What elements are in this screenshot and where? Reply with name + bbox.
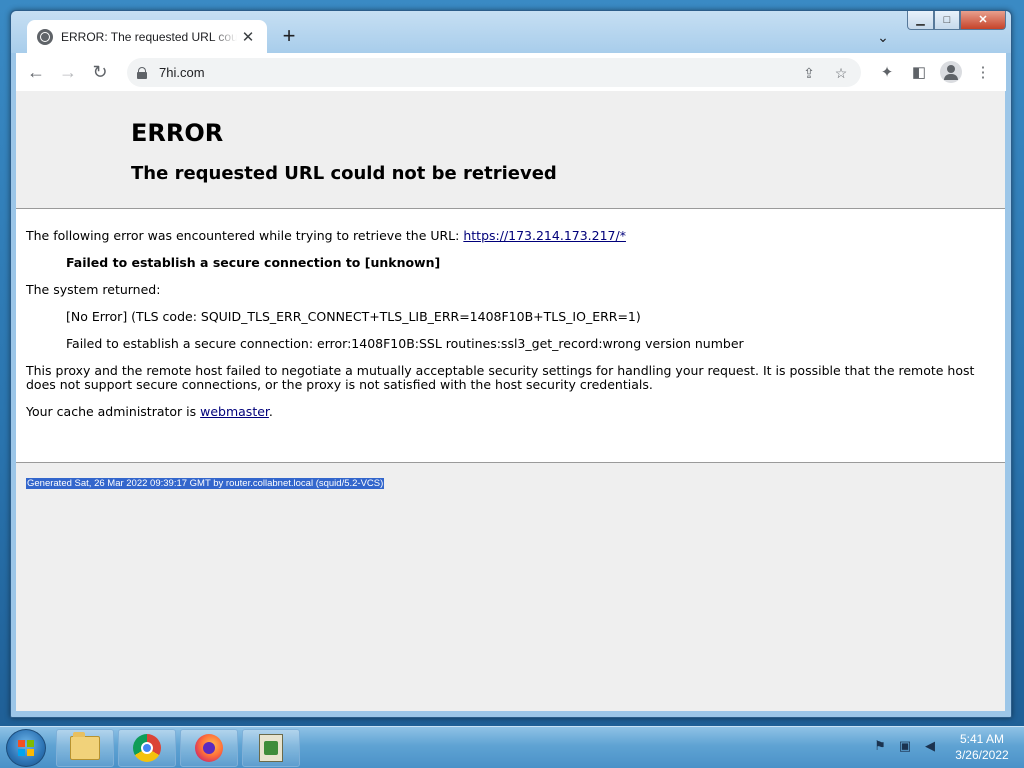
globe-icon xyxy=(37,28,53,45)
share-icon[interactable]: ⇪ xyxy=(797,61,821,85)
intro-paragraph: The following error was encountered whil… xyxy=(26,229,995,243)
taskbar: ⚑ ▣ ◀ 5:41 AM 3/26/2022 xyxy=(0,726,1024,768)
menu-kebab-icon[interactable]: ⋮ xyxy=(967,56,999,88)
system-returned-label: The system returned: xyxy=(26,282,161,297)
profile-avatar-icon[interactable] xyxy=(940,61,962,83)
system-tray: ⚑ ▣ ◀ xyxy=(870,737,945,755)
volume-muted-icon[interactable]: ◀ xyxy=(920,737,940,755)
webmaster-link[interactable]: webmaster xyxy=(200,404,269,419)
tab-title: ERROR: The requested URL could not be re… xyxy=(61,29,237,44)
browser-toolbar: ← → ↻ 7hi.com ⇪ ☆ ✦ ◧ ⋮ xyxy=(16,53,1006,91)
error-title: ERROR xyxy=(131,119,224,147)
failure-message: Failed to establish a secure connection … xyxy=(66,255,441,270)
firefox-icon xyxy=(195,734,223,762)
forward-arrow-icon[interactable]: → xyxy=(52,56,84,88)
address-url[interactable]: 7hi.com xyxy=(159,65,205,80)
network-icon[interactable]: ▣ xyxy=(895,737,915,755)
address-bar[interactable]: 7hi.com ⇪ ☆ xyxy=(127,58,861,87)
maximize-button[interactable]: □ xyxy=(934,11,960,30)
tls-code-message: [No Error] (TLS code: SQUID_TLS_ERR_CONN… xyxy=(66,309,641,324)
action-center-flag-icon[interactable]: ⚑ xyxy=(870,737,890,755)
generated-footer-text: Generated Sat, 26 Mar 2022 09:39:17 GMT … xyxy=(26,478,385,489)
side-panel-icon[interactable]: ◧ xyxy=(903,56,935,88)
app-icon xyxy=(259,734,283,762)
chrome-icon xyxy=(133,734,161,762)
explanation-paragraph: This proxy and the remote host failed to… xyxy=(26,363,975,392)
admin-suffix: . xyxy=(268,404,273,419)
clock-time: 5:41 AM xyxy=(959,732,1005,746)
error-footer: Generated Sat, 26 Mar 2022 09:39:17 GMT … xyxy=(16,462,1005,711)
lock-icon[interactable] xyxy=(137,66,147,79)
error-subtitle: The requested URL could not be retrieved xyxy=(131,163,557,184)
window-controls: ▁ □ ✕ xyxy=(907,11,1006,31)
tab-search-chevron-icon[interactable]: ⌄ xyxy=(871,25,895,49)
taskbar-chrome[interactable] xyxy=(118,729,176,767)
back-arrow-icon[interactable]: ← xyxy=(20,56,52,88)
taskbar-app[interactable] xyxy=(242,729,300,767)
browser-window: ERROR: The requested URL could not be re… xyxy=(10,10,1012,718)
active-tab[interactable]: ERROR: The requested URL could not be re… xyxy=(27,20,267,53)
admin-paragraph: Your cache administrator is webmaster. xyxy=(26,405,995,419)
admin-prefix: Your cache administrator is xyxy=(26,404,201,419)
error-content: The following error was encountered whil… xyxy=(16,209,1005,462)
folder-icon xyxy=(70,732,100,760)
title-bar: ERROR: The requested URL could not be re… xyxy=(11,11,1011,53)
start-button[interactable] xyxy=(6,729,46,767)
new-tab-button[interactable]: + xyxy=(277,25,301,49)
reload-icon[interactable]: ↻ xyxy=(84,56,116,88)
close-window-button[interactable]: ✕ xyxy=(960,11,1006,30)
extensions-puzzle-icon[interactable]: ✦ xyxy=(871,56,903,88)
intro-text: The following error was encountered whil… xyxy=(26,228,464,243)
taskbar-explorer[interactable] xyxy=(56,729,114,767)
page-viewport: ERROR The requested URL could not be ret… xyxy=(16,91,1005,711)
tab-close-icon[interactable]: ✕ xyxy=(239,28,257,46)
clock-date: 3/26/2022 xyxy=(955,748,1009,762)
minimize-button[interactable]: ▁ xyxy=(907,11,934,30)
error-header: ERROR The requested URL could not be ret… xyxy=(16,91,1005,209)
bookmark-star-icon[interactable]: ☆ xyxy=(829,61,853,85)
requested-url-link[interactable]: https://173.214.173.217/* xyxy=(463,228,626,243)
taskbar-firefox[interactable] xyxy=(180,729,238,767)
system-clock[interactable]: 5:41 AM 3/26/2022 xyxy=(944,731,1020,763)
ssl-error-message: Failed to establish a secure connection:… xyxy=(66,336,744,351)
